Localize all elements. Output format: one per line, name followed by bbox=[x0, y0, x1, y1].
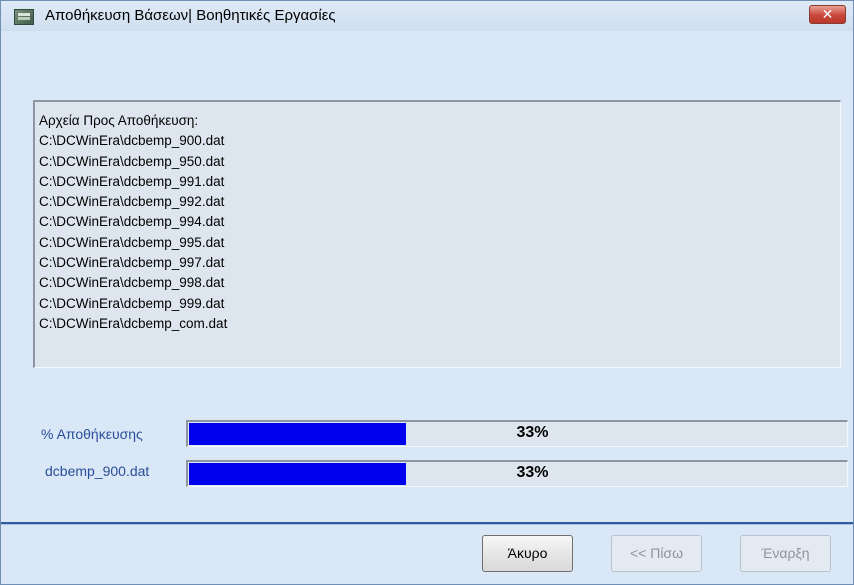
list-item: C:\DCWinEra\dcbemp_900.dat bbox=[39, 133, 225, 149]
window-title: Αποθήκευση Βάσεων| Βοηθητικές Εργασίες bbox=[45, 7, 336, 24]
close-button[interactable]: ✕ bbox=[809, 5, 846, 24]
back-button[interactable]: << Πίσω bbox=[611, 535, 702, 572]
footer-separator bbox=[1, 522, 853, 525]
start-button[interactable]: Έναρξη bbox=[740, 535, 831, 572]
file-progress-bar: 33% bbox=[186, 460, 848, 487]
list-item: C:\DCWinEra\dcbemp_991.dat bbox=[39, 173, 225, 189]
overall-progress-label: % Αποθήκευσης bbox=[41, 426, 143, 442]
list-item: C:\DCWinEra\dcbemp_992.dat bbox=[39, 194, 225, 210]
cancel-button[interactable]: Άκυρο bbox=[482, 535, 573, 572]
list-item: C:\DCWinEra\dcbemp_995.dat bbox=[39, 234, 225, 250]
list-item: C:\DCWinEra\dcbemp_999.dat bbox=[39, 295, 225, 311]
file-progress-percent: 33% bbox=[516, 464, 549, 481]
file-progress-label: dcbemp_900.dat bbox=[45, 463, 150, 479]
overall-progress-percent: 33% bbox=[516, 424, 549, 441]
backup-dialog: Αποθήκευση Βάσεων| Βοηθητικές Εργασίες ✕… bbox=[0, 0, 854, 585]
list-header: Αρχεία Προς Αποθήκευση: bbox=[39, 113, 199, 128]
app-icon bbox=[14, 9, 34, 25]
list-item: C:\DCWinEra\dcbemp_950.dat bbox=[39, 153, 225, 169]
close-icon: ✕ bbox=[821, 6, 834, 22]
list-item: C:\DCWinEra\dcbemp_998.dat bbox=[39, 275, 225, 291]
title-bar[interactable]: Αποθήκευση Βάσεων| Βοηθητικές Εργασίες ✕ bbox=[1, 1, 853, 31]
files-to-save-list[interactable]: Αρχεία Προς Αποθήκευση: C:\DCWinEra\dcbe… bbox=[33, 100, 841, 368]
overall-progress-bar: 33% bbox=[186, 420, 848, 447]
list-item: C:\DCWinEra\dcbemp_997.dat bbox=[39, 255, 225, 271]
list-item: C:\DCWinEra\dcbemp_994.dat bbox=[39, 214, 225, 230]
list-item: C:\DCWinEra\dcbemp_com.dat bbox=[39, 315, 228, 331]
